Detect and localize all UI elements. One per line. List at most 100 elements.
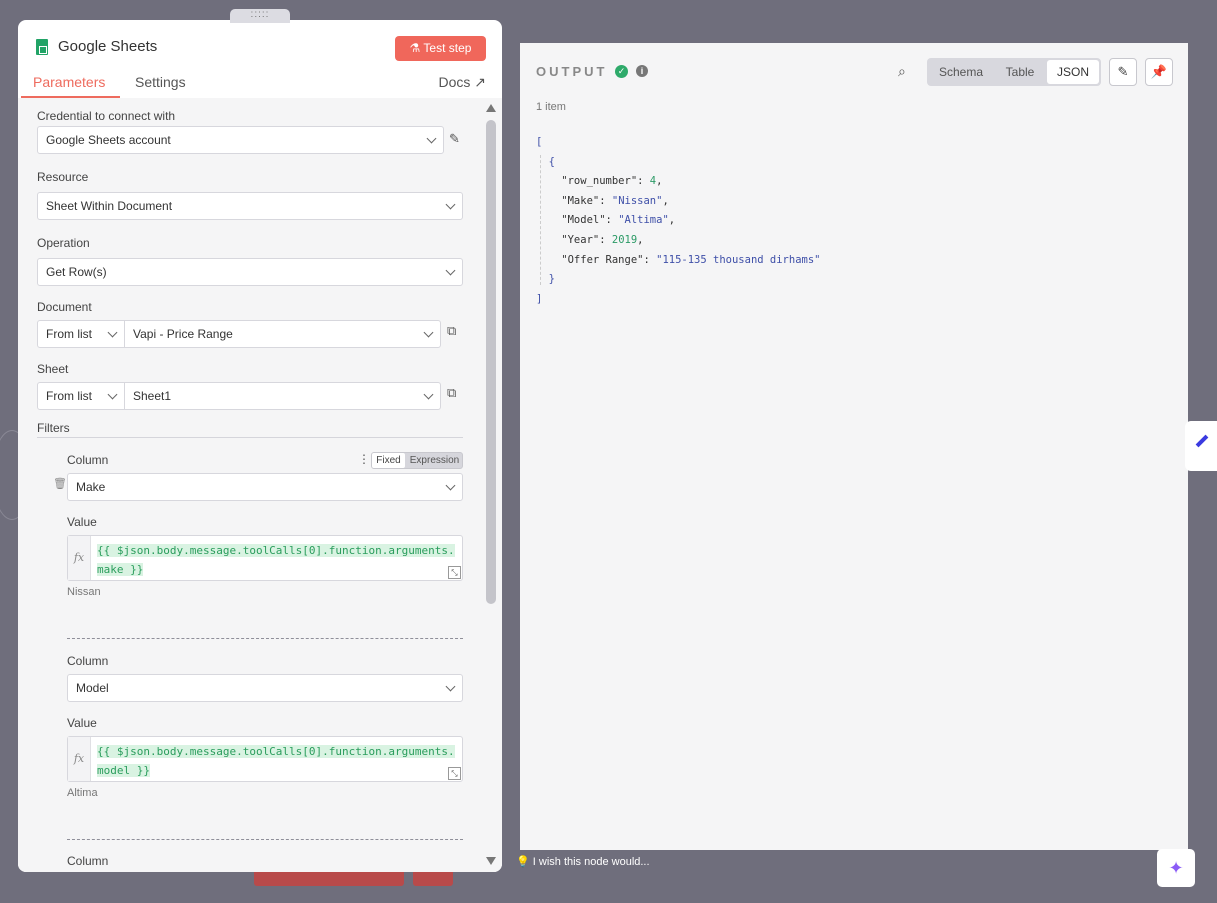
filter-column-select[interactable]: Model bbox=[67, 674, 463, 702]
success-check-icon: ✓ bbox=[615, 65, 628, 78]
chevron-down-icon bbox=[107, 389, 118, 400]
edit-output-button[interactable]: ✎ bbox=[1109, 58, 1137, 86]
json-key: "Make": bbox=[536, 194, 606, 207]
item-count: 1 item bbox=[536, 101, 566, 113]
json-value: "Nissan" bbox=[611, 194, 663, 207]
ai-assistant-button[interactable]: ✦ bbox=[1157, 849, 1195, 887]
json-line[interactable]: "Offer Range": "115-135 thousand dirhams… bbox=[536, 251, 821, 271]
canvas-node-box-small bbox=[413, 872, 453, 886]
tab-table[interactable]: Table bbox=[993, 60, 1047, 84]
filter-column-label: Column bbox=[67, 453, 109, 467]
document-mode-value: From list bbox=[46, 327, 92, 341]
json-line[interactable]: "Year": 2019, bbox=[536, 231, 821, 251]
chevron-down-icon bbox=[445, 681, 456, 692]
chevron-down-icon bbox=[426, 133, 437, 144]
sparkle-icon: ✦ bbox=[1168, 858, 1184, 878]
credential-label: Credential to connect with bbox=[37, 109, 176, 123]
drag-handle[interactable]: ::::: bbox=[230, 9, 290, 23]
sheet-mode-value: From list bbox=[46, 389, 92, 403]
side-panel-tab[interactable] bbox=[1185, 421, 1217, 471]
json-line[interactable]: "row_number": 4, bbox=[536, 172, 821, 192]
json-key: "Offer Range": bbox=[536, 253, 650, 266]
operation-select[interactable]: Get Row(s) bbox=[37, 258, 463, 286]
filter-value-expression[interactable]: fx {{ $json.body.message.toolCalls[0].fu… bbox=[67, 736, 463, 782]
filter-value-label: Value bbox=[67, 716, 97, 730]
chevron-down-icon bbox=[445, 265, 456, 276]
feedback-link[interactable]: 💡 I wish this node would... bbox=[516, 855, 650, 868]
tab-json[interactable]: JSON bbox=[1047, 60, 1099, 84]
json-viewer: [ { "row_number": 4, "Make": "Nissan", "… bbox=[536, 133, 821, 309]
pin-data-button[interactable]: 📌 bbox=[1145, 58, 1173, 86]
document-select[interactable]: Vapi - Price Range bbox=[124, 320, 441, 348]
filter-value-expression[interactable]: fx {{ $json.body.message.toolCalls[0].fu… bbox=[67, 535, 463, 581]
scrollbar-thumb[interactable] bbox=[486, 120, 496, 604]
credential-select[interactable]: Google Sheets account bbox=[37, 126, 444, 154]
filter-column-value: Make bbox=[76, 480, 106, 494]
open-sheet-icon[interactable]: ⧉ bbox=[447, 385, 456, 401]
json-line: ] bbox=[536, 292, 543, 305]
external-link-icon: ↗ bbox=[474, 74, 486, 90]
expr-line: {{ $json.body.message.toolCalls[0].funct… bbox=[97, 544, 455, 557]
sheet-select[interactable]: Sheet1 bbox=[124, 382, 441, 410]
operation-label: Operation bbox=[37, 236, 90, 250]
document-value: Vapi - Price Range bbox=[133, 327, 233, 341]
node-title[interactable]: Google Sheets bbox=[58, 38, 157, 55]
canvas-node-box bbox=[254, 872, 404, 886]
chevron-down-icon bbox=[445, 199, 456, 210]
json-line[interactable]: "Model": "Altima", bbox=[536, 211, 821, 231]
docs-label: Docs bbox=[438, 74, 471, 90]
json-line: } bbox=[536, 273, 555, 286]
json-key: "Year": bbox=[536, 233, 606, 246]
docs-link[interactable]: Docs ↗ bbox=[438, 74, 486, 91]
fixed-expression-toggle[interactable]: Fixed Expression bbox=[371, 452, 463, 469]
search-icon[interactable]: ⌕ bbox=[898, 63, 906, 80]
document-mode-select[interactable]: From list bbox=[37, 320, 125, 348]
expression-code[interactable]: {{ $json.body.message.toolCalls[0].funct… bbox=[97, 742, 465, 780]
tab-schema[interactable]: Schema bbox=[929, 60, 993, 84]
filter-column-label: Column bbox=[67, 854, 109, 868]
sheet-mode-select[interactable]: From list bbox=[37, 382, 125, 410]
json-value: "115-135 thousand dirhams" bbox=[656, 253, 821, 266]
filter-column-select[interactable]: Make bbox=[67, 473, 463, 501]
expression-code[interactable]: {{ $json.body.message.toolCalls[0].funct… bbox=[97, 541, 465, 579]
expand-editor-icon[interactable]: ⤡ bbox=[448, 566, 461, 579]
expression-option[interactable]: Expression bbox=[407, 453, 462, 468]
fx-icon: fx bbox=[68, 737, 91, 781]
delete-filter-icon[interactable]: 🗑 bbox=[53, 477, 67, 490]
scroll-up-icon[interactable] bbox=[486, 104, 496, 112]
json-key: "row_number": bbox=[536, 175, 644, 188]
json-key: "Model": bbox=[536, 214, 612, 227]
json-line[interactable]: "Make": "Nissan", bbox=[536, 192, 821, 212]
chevron-down-icon bbox=[107, 327, 118, 338]
info-icon[interactable]: i bbox=[636, 65, 648, 77]
expr-line: {{ $json.body.message.toolCalls[0].funct… bbox=[97, 745, 455, 758]
panel-header: Google Sheets ⚗ Test step Parameters Set… bbox=[18, 20, 502, 98]
chevron-down-icon bbox=[423, 389, 434, 400]
view-switcher: Schema Table JSON bbox=[927, 58, 1101, 86]
resource-value: Sheet Within Document bbox=[46, 199, 173, 213]
lightbulb-icon: 💡 bbox=[516, 856, 530, 868]
tab-parameters[interactable]: Parameters bbox=[33, 74, 105, 90]
json-line: [ bbox=[536, 136, 543, 148]
chevron-down-icon bbox=[445, 480, 456, 491]
filter-column-value: Model bbox=[76, 681, 109, 695]
json-value: "Altima" bbox=[618, 214, 669, 227]
open-document-icon[interactable]: ⧉ bbox=[447, 323, 456, 339]
expand-editor-icon[interactable]: ⤡ bbox=[448, 767, 461, 780]
tab-settings[interactable]: Settings bbox=[135, 74, 186, 90]
edit-credential-icon[interactable]: ✎ bbox=[449, 131, 460, 147]
scroll-down-icon[interactable] bbox=[486, 857, 496, 865]
options-icon[interactable]: ⋮ bbox=[358, 452, 370, 466]
pencil-icon: ✎ bbox=[1117, 64, 1129, 79]
resource-label: Resource bbox=[37, 170, 89, 184]
google-sheets-icon bbox=[36, 39, 48, 55]
filters-divider bbox=[37, 437, 463, 438]
test-step-label: Test step bbox=[423, 41, 472, 55]
fixed-option[interactable]: Fixed bbox=[372, 453, 405, 468]
resource-select[interactable]: Sheet Within Document bbox=[37, 192, 463, 220]
expression-preview: Altima bbox=[67, 787, 98, 799]
filter-separator bbox=[67, 638, 463, 639]
feedback-label: I wish this node would... bbox=[532, 856, 650, 868]
document-label: Document bbox=[37, 300, 92, 314]
test-step-button[interactable]: ⚗ Test step bbox=[395, 36, 486, 61]
